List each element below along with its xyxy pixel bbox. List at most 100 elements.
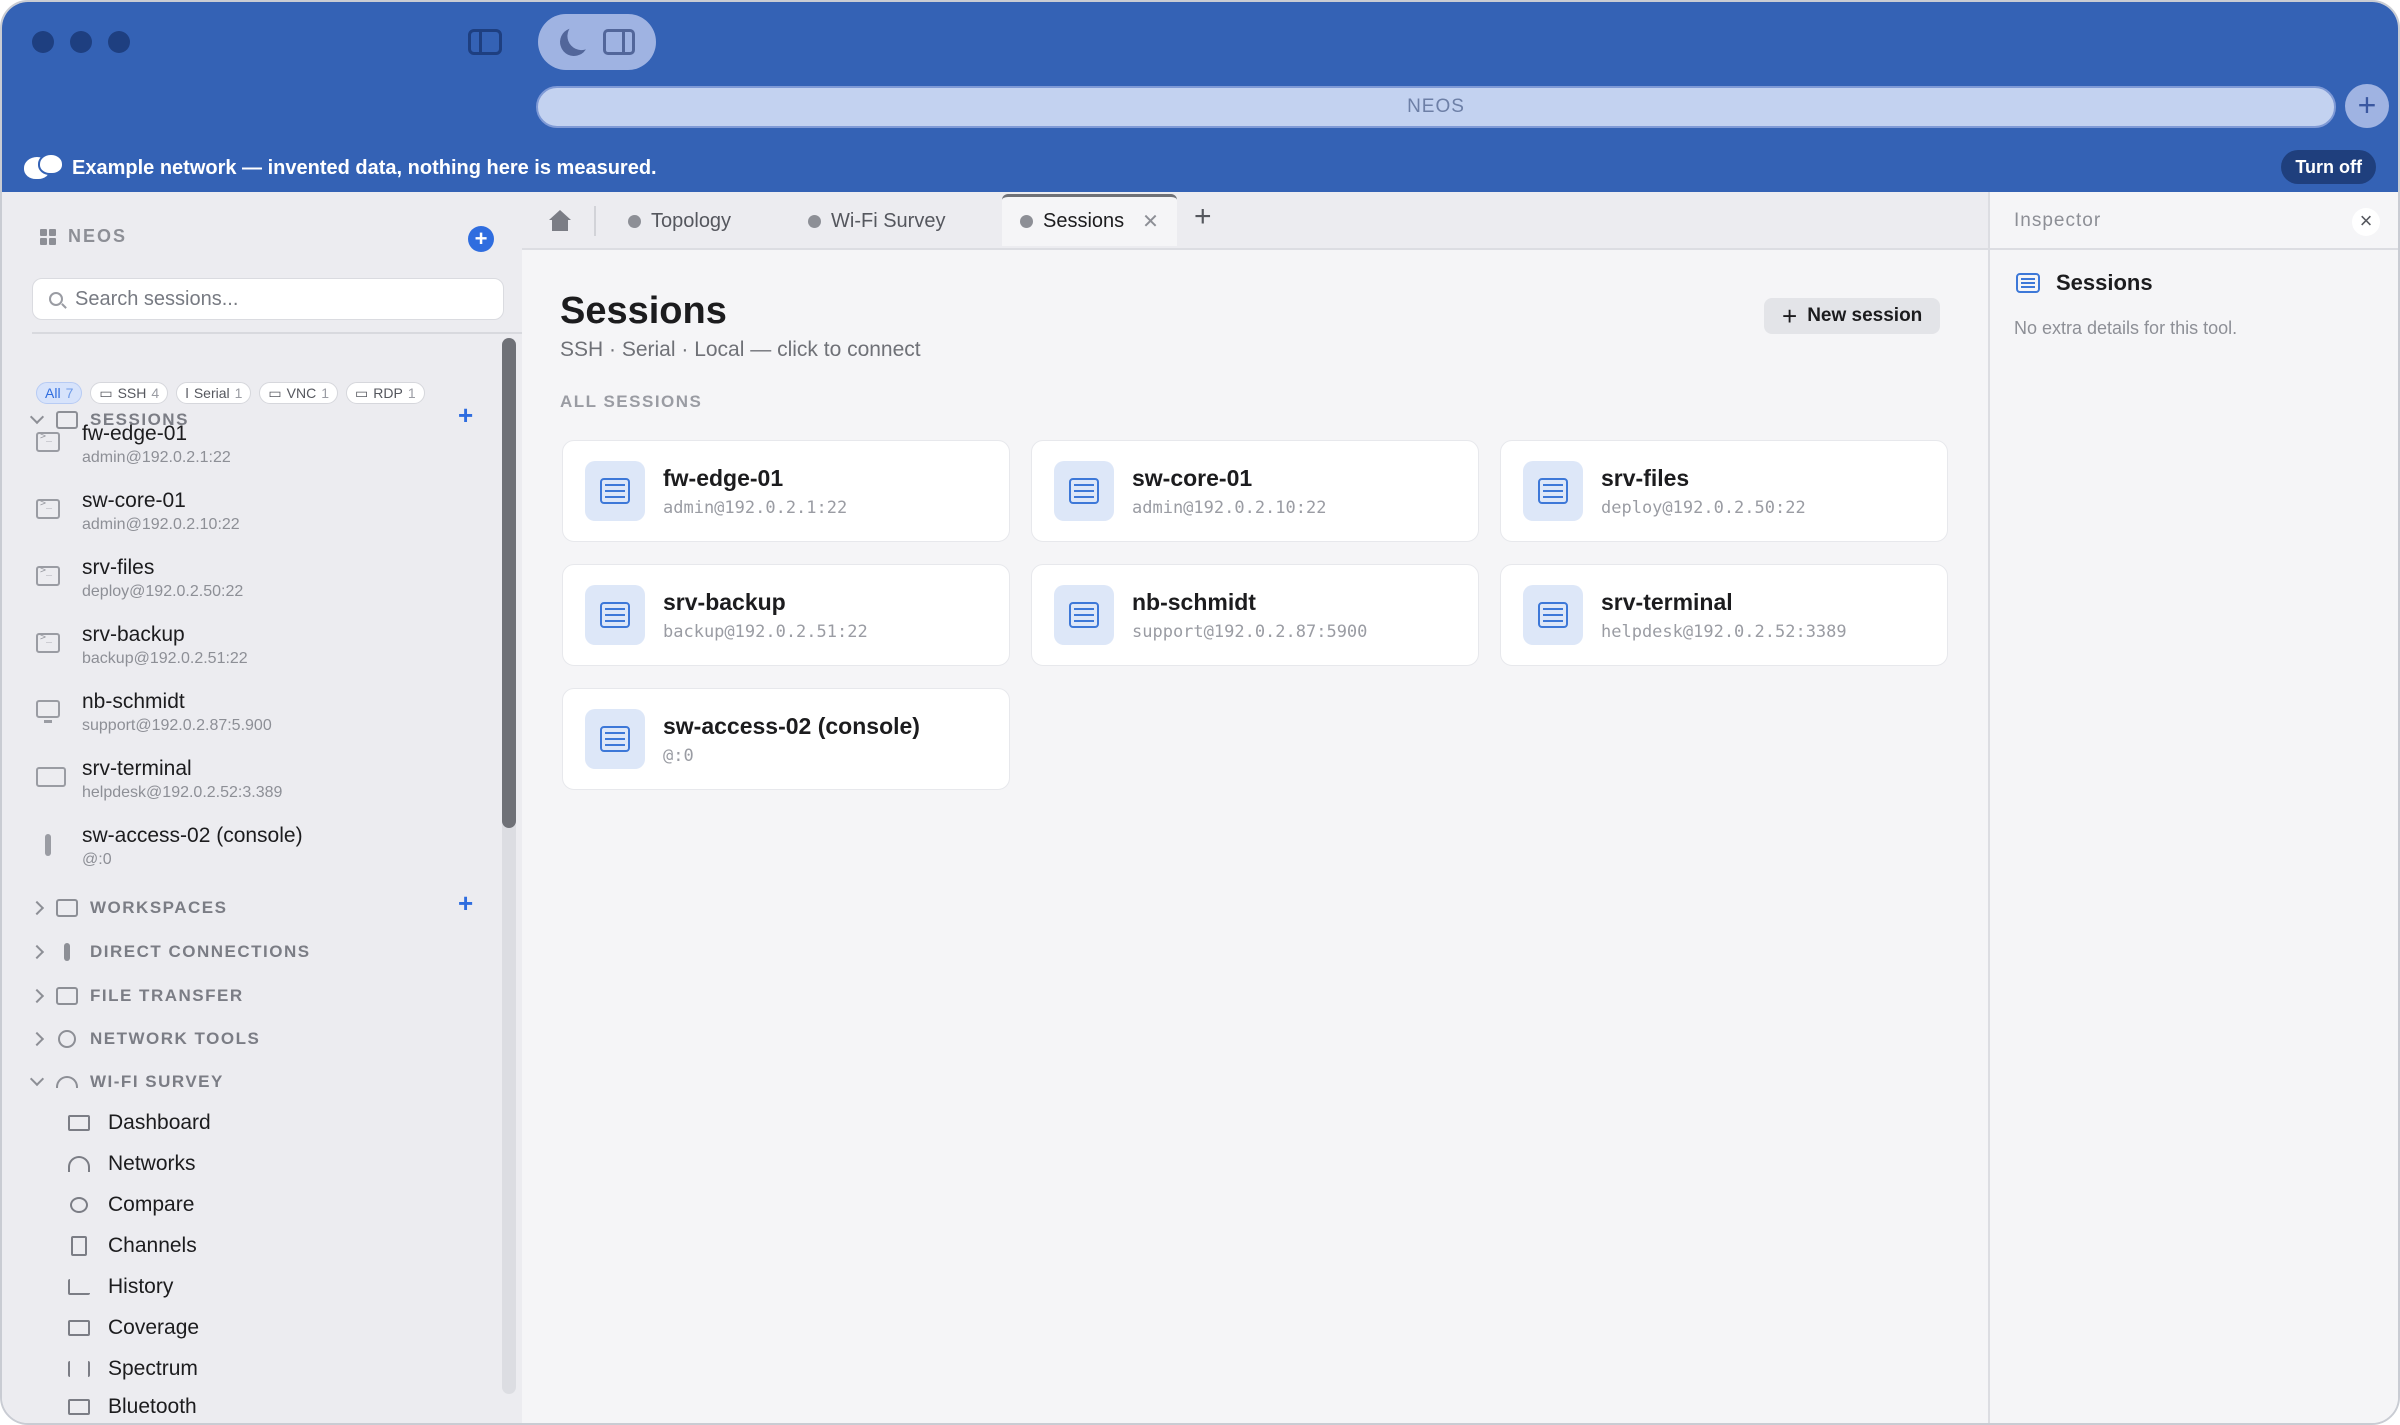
session-item-srv-terminal[interactable]: srv-terminal helpdesk@192.0.2.52:3.389 (36, 757, 496, 821)
status-dot (1020, 215, 1033, 228)
add-workspace-button[interactable]: + (458, 888, 473, 919)
filter-chip-rdp[interactable]: ▭ RDP 1 (346, 382, 425, 404)
close-icon[interactable]: ✕ (1142, 209, 1159, 234)
search-input[interactable] (75, 287, 475, 311)
session-item-sw-core-01[interactable]: sw-core-01 admin@192.0.2.10:22 (36, 489, 496, 553)
wifi-item-channels[interactable]: Channels (68, 1231, 197, 1261)
wifi-item-coverage[interactable]: Coverage (68, 1313, 199, 1343)
close-window-button[interactable] (32, 31, 54, 53)
wifi-item-history[interactable]: History (68, 1272, 173, 1302)
session-card-sw-access-02[interactable]: sw-access-02 (console) @:0 (562, 688, 1010, 790)
session-card-fw-edge-01[interactable]: fw-edge-01 admin@192.0.2.1:22 (562, 440, 1010, 542)
tab-label: Topology (651, 209, 732, 232)
section-label: WORKSPACES (90, 898, 228, 917)
dark-mode-icon[interactable] (556, 24, 592, 60)
session-card-srv-backup[interactable]: srv-backup backup@192.0.2.51:22 (562, 564, 1010, 666)
filter-chip-ssh[interactable]: ▭ SSH 4 (90, 382, 169, 404)
tab-wifi-survey[interactable]: Wi-Fi Survey (808, 192, 945, 250)
search-box[interactable] (32, 278, 504, 320)
console-cable-icon (45, 834, 51, 856)
workspaces-icon (56, 899, 78, 917)
section-file-transfer[interactable]: FILE TRANSFER (29, 982, 244, 1010)
server-icon (2016, 273, 2040, 293)
session-item-nb-schmidt[interactable]: nb-schmidt support@192.0.2.87:5.900 (36, 690, 496, 754)
session-item-sw-access-02[interactable]: sw-access-02 (console) @:0 (36, 824, 496, 888)
wifi-item-compare[interactable]: Compare (68, 1190, 194, 1220)
tab-topology[interactable]: Topology (628, 192, 731, 250)
new-session-button[interactable]: + New session (1764, 298, 1941, 334)
session-item-srv-files[interactable]: srv-files deploy@192.0.2.50:22 (36, 556, 496, 620)
session-card-srv-terminal[interactable]: srv-terminal helpdesk@192.0.2.52:3389 (1500, 564, 1948, 666)
inspector-panel-icon[interactable] (602, 29, 635, 55)
monitor-icon: ▭ (268, 384, 282, 401)
inspector-tool-name: Sessions (2056, 270, 2153, 295)
tab-label: Wi-Fi Survey (831, 209, 946, 232)
chip-label: VNC (286, 385, 317, 401)
sidebar-toggle-icon[interactable] (468, 29, 502, 55)
session-name: sw-access-02 (console) (82, 824, 303, 847)
wifi-item-label: History (108, 1275, 174, 1298)
section-label: FILE TRANSFER (90, 986, 244, 1005)
filter-chip-serial[interactable]: ǀ Serial 1 (176, 382, 252, 404)
chip-count: 1 (407, 385, 416, 401)
chip-count: 4 (151, 385, 160, 401)
chip-count: 7 (65, 385, 74, 401)
wifi-item-label: Dashboard (108, 1111, 211, 1134)
session-address: admin@192.0.2.1:22 (82, 449, 231, 466)
title-bar: NEOS + Example network — invented data, … (2, 2, 2398, 192)
card-address: backup@192.0.2.51:22 (663, 621, 868, 642)
wifi-item-networks[interactable]: Networks (68, 1149, 196, 1179)
tab-bar: Topology Wi-Fi Survey Sessions ✕ + (522, 192, 1988, 250)
filter-chip-all[interactable]: All 7 (36, 382, 83, 404)
session-address: deploy@192.0.2.50:22 (82, 583, 244, 600)
card-name: srv-terminal (1601, 588, 1733, 615)
grid-icon (40, 228, 56, 245)
session-name: sw-core-01 (82, 489, 186, 512)
wifi-item-label: Compare (108, 1193, 195, 1216)
session-card-srv-files[interactable]: srv-files deploy@192.0.2.50:22 (1500, 440, 1948, 542)
wifi-item-dashboard[interactable]: Dashboard (68, 1108, 211, 1138)
turn-off-demo-button[interactable]: Turn off (2281, 150, 2376, 184)
session-card-nb-schmidt[interactable]: nb-schmidt support@192.0.2.87:5900 (1031, 564, 1479, 666)
minimize-window-button[interactable] (70, 31, 92, 53)
session-card-sw-core-01[interactable]: sw-core-01 admin@192.0.2.10:22 (1031, 440, 1479, 542)
add-button[interactable]: + (468, 226, 494, 252)
channels-icon (71, 1236, 87, 1256)
section-label: ALL SESSIONS (560, 392, 703, 411)
sidebar-scrollbar[interactable] (502, 338, 516, 1394)
chevron-right-icon (29, 1031, 45, 1047)
section-network-tools[interactable]: NETWORK TOOLS (29, 1025, 260, 1053)
wifi-item-spectrum[interactable]: Spectrum (68, 1354, 198, 1384)
demo-banner: Example network — invented data, nothing… (2, 148, 2398, 188)
session-address: @:0 (82, 851, 112, 868)
session-address: backup@192.0.2.51:22 (82, 650, 248, 667)
filter-chips: All 7 ▭ SSH 4 ǀ Serial 1 ▭ VNC 1 ▭ RDP 1 (36, 382, 425, 404)
view-mode-group (538, 14, 656, 70)
section-workspaces[interactable]: WORKSPACES (29, 894, 228, 922)
new-session-label: New session (1807, 305, 1923, 326)
server-icon (585, 461, 645, 521)
wifi-item-bluetooth[interactable]: Bluetooth (68, 1392, 197, 1422)
monitor-icon (36, 700, 60, 723)
terminal-icon: ▭ (99, 384, 113, 401)
section-direct-connections[interactable]: DIRECT CONNECTIONS (29, 938, 311, 966)
card-address: admin@192.0.2.10:22 (1132, 497, 1327, 518)
scrollbar-thumb[interactable] (502, 338, 516, 828)
add-tab-button[interactable]: + (1194, 200, 1212, 234)
theater-masks-icon (24, 153, 64, 183)
chip-label: SSH (117, 385, 147, 401)
address-bar[interactable]: NEOS (536, 86, 2336, 128)
session-item-srv-backup[interactable]: srv-backup backup@192.0.2.51:22 (36, 623, 496, 687)
card-name: srv-backup (663, 588, 786, 615)
tab-sessions[interactable]: Sessions ✕ (1002, 194, 1177, 246)
home-icon[interactable] (548, 210, 572, 232)
close-icon[interactable]: × (2352, 208, 2380, 236)
card-name: fw-edge-01 (663, 464, 784, 491)
session-item-fw-edge-01[interactable]: fw-edge-01 admin@192.0.2.1:22 (36, 422, 496, 486)
section-wifi-survey[interactable]: WI-FI SURVEY (29, 1068, 224, 1096)
wifi-icon (68, 1156, 90, 1172)
new-window-button[interactable]: + (2345, 84, 2389, 128)
session-name: nb-schmidt (82, 690, 185, 713)
zoom-window-button[interactable] (108, 31, 130, 53)
filter-chip-vnc[interactable]: ▭ VNC 1 (259, 382, 339, 404)
